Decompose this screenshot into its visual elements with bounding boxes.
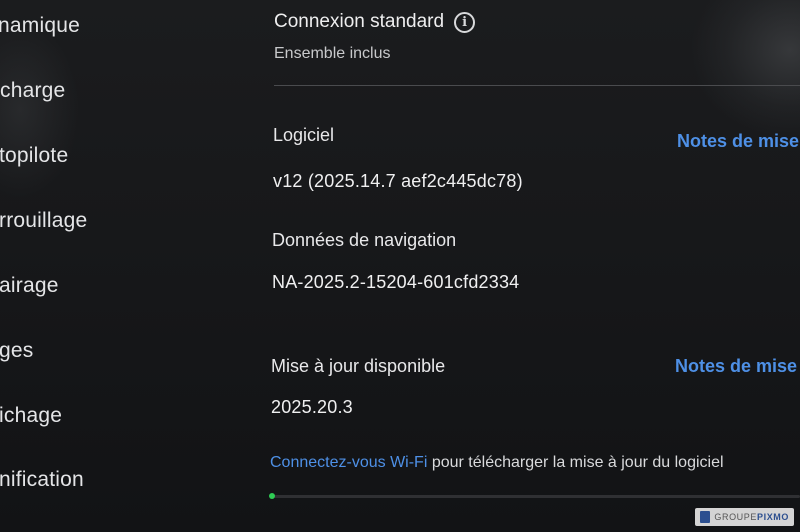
- software-panel: Connexion standard i Ensemble inclus Log…: [269, 0, 800, 532]
- connect-wifi-link[interactable]: Connectez-vous Wi-Fi: [270, 454, 427, 471]
- sidebar-item-eclairage[interactable]: airage: [0, 274, 59, 308]
- section-divider: [274, 85, 800, 86]
- software-release-notes-link[interactable]: Notes de mise: [677, 131, 799, 152]
- connection-subtitle: Ensemble inclus: [274, 45, 391, 62]
- sidebar-item-dynamique[interactable]: namique: [0, 14, 80, 48]
- screen: namique charge topilote rrouillage airag…: [0, 0, 800, 532]
- sidebar-item-affichage[interactable]: ichage: [0, 404, 62, 438]
- sidebar-item-reglages[interactable]: ges: [0, 339, 33, 373]
- software-version: v12 (2025.14.7 aef2c445dc78): [273, 171, 523, 191]
- update-version: 2025.20.3: [271, 397, 353, 417]
- settings-sidebar: namique charge topilote rrouillage airag…: [0, 0, 150, 532]
- watermark-mark-icon: [700, 511, 711, 523]
- sidebar-item-autopilote[interactable]: topilote: [0, 144, 68, 178]
- sidebar-item-recharge[interactable]: charge: [0, 79, 65, 113]
- wifi-prompt: Connectez-vous Wi-Fi pour télécharger la…: [270, 454, 724, 472]
- update-available-label: Mise à jour disponible: [271, 356, 446, 376]
- connection-header: Connexion standard i: [274, 11, 476, 33]
- update-release-notes-link[interactable]: Notes de mise: [675, 356, 797, 377]
- wifi-prompt-text: pour télécharger la mise à jour du logic…: [427, 454, 724, 471]
- sidebar-item-verrouillage[interactable]: rrouillage: [0, 209, 87, 243]
- watermark-logo: GROUPEPIXMO: [695, 508, 794, 526]
- software-label: Logiciel: [273, 125, 335, 145]
- navigation-data-version: NA-2025.2-15204-601cfd2334: [272, 272, 520, 292]
- connection-title: Connexion standard: [274, 11, 445, 32]
- watermark-text: GROUPEPIXMO: [714, 512, 789, 522]
- download-progress-bar: [272, 495, 800, 498]
- download-progress-indicator: [269, 493, 275, 499]
- info-icon[interactable]: i: [454, 11, 476, 33]
- sidebar-item-planification[interactable]: nification: [0, 468, 84, 502]
- navigation-data-label: Données de navigation: [272, 230, 457, 250]
